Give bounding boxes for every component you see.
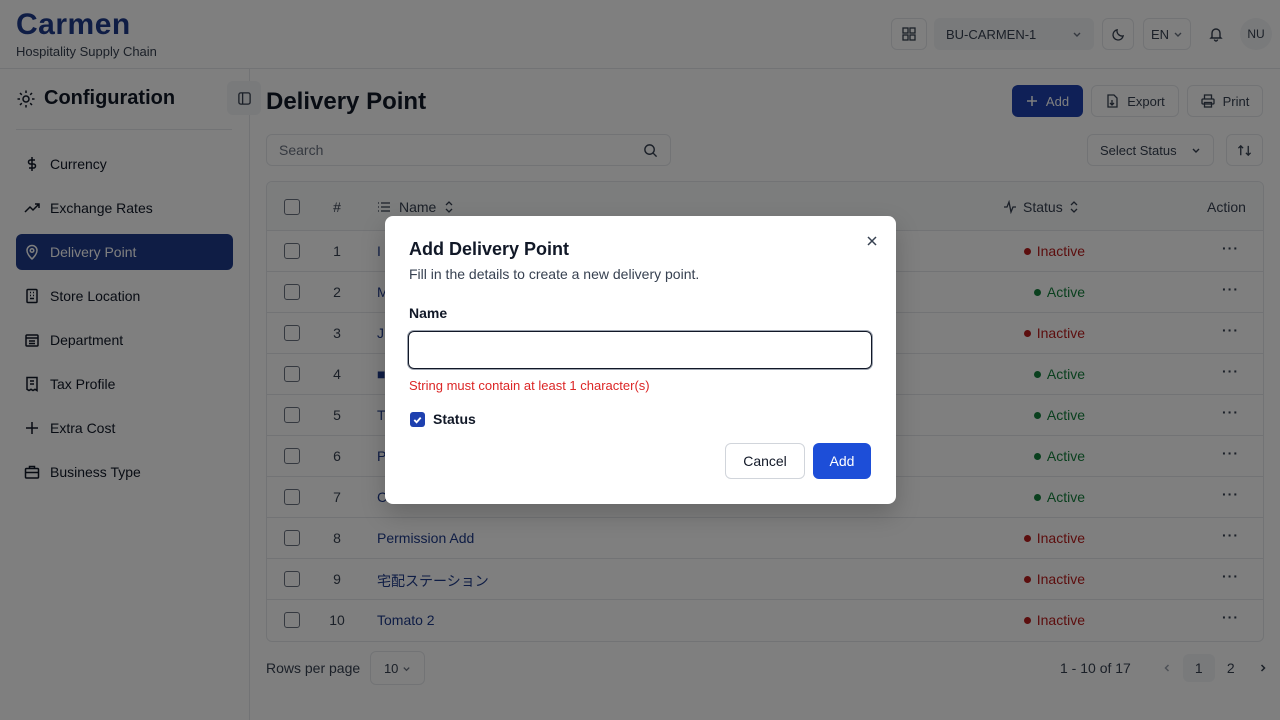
- add-delivery-point-dialog: Add Delivery Point Fill in the details t…: [385, 216, 896, 504]
- close-icon: [867, 236, 877, 246]
- submit-add-button[interactable]: Add: [813, 443, 871, 479]
- status-checkbox-label[interactable]: Status: [433, 411, 476, 427]
- cancel-button[interactable]: Cancel: [725, 443, 805, 479]
- status-checkbox[interactable]: [410, 412, 425, 427]
- dialog-title: Add Delivery Point: [409, 239, 570, 259]
- name-field-label: Name: [409, 305, 448, 321]
- check-icon: [413, 417, 422, 424]
- name-input[interactable]: [408, 331, 872, 369]
- name-error-message: String must contain at least 1 character…: [409, 378, 650, 393]
- dialog-description: Fill in the details to create a new deli…: [409, 266, 700, 282]
- close-button[interactable]: [864, 233, 880, 249]
